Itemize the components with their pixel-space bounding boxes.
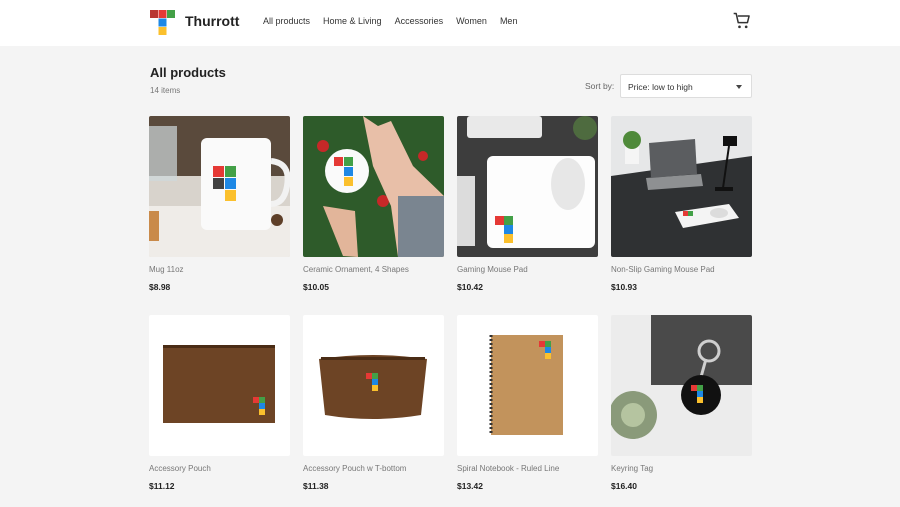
product-name[interactable]: Accessory Pouch w T-bottom: [303, 464, 406, 473]
product-name[interactable]: Accessory Pouch: [149, 464, 211, 473]
product-name[interactable]: Gaming Mouse Pad: [457, 265, 528, 274]
product-card[interactable]: Non-Slip Gaming Mouse Pad $10.93: [611, 116, 752, 292]
nav-women[interactable]: Women: [456, 16, 487, 26]
product-image-mouse-pad[interactable]: [457, 116, 598, 257]
product-name[interactable]: Non-Slip Gaming Mouse Pad: [611, 265, 715, 274]
product-card[interactable]: Keyring Tag $16.40: [611, 315, 752, 491]
product-price: $10.93: [611, 282, 637, 292]
product-price: $10.05: [303, 282, 329, 292]
nav-all-products[interactable]: All products: [263, 16, 310, 26]
nav-men[interactable]: Men: [500, 16, 518, 26]
main-nav: All products Home & Living Accessories W…: [263, 16, 517, 26]
product-image-accessory-pouch[interactable]: [149, 315, 290, 456]
product-card[interactable]: Accessory Pouch w T-bottom $11.38: [303, 315, 444, 491]
product-price: $11.38: [303, 481, 329, 491]
nav-accessories[interactable]: Accessories: [395, 16, 444, 26]
product-price: $11.12: [149, 481, 175, 491]
product-price: $10.42: [457, 282, 483, 292]
sort-dropdown[interactable]: Price: low to high: [620, 74, 752, 98]
product-card[interactable]: Accessory Pouch $11.12: [149, 315, 290, 491]
product-image-ornament[interactable]: [303, 116, 444, 257]
product-name[interactable]: Keyring Tag: [611, 464, 653, 473]
product-image-mug[interactable]: [149, 116, 290, 257]
brand-name[interactable]: Thurrott: [185, 13, 239, 29]
product-image-spiral-notebook[interactable]: [457, 315, 598, 456]
product-price: $16.40: [611, 481, 637, 491]
top-bar: Thurrott All products Home & Living Acce…: [0, 0, 900, 46]
item-count: 14 items: [150, 86, 181, 95]
sort-value: Price: low to high: [628, 82, 693, 92]
product-price: $8.98: [149, 282, 171, 292]
product-image-non-slip-mouse-pad[interactable]: [611, 116, 752, 257]
page-title: All products: [150, 65, 226, 80]
product-price: $13.42: [457, 481, 483, 491]
cart-icon[interactable]: [732, 11, 752, 31]
sort-label: Sort by:: [585, 81, 615, 91]
product-card[interactable]: Mug 11oz $8.98: [149, 116, 290, 292]
product-name[interactable]: Mug 11oz: [149, 265, 184, 274]
product-card[interactable]: Gaming Mouse Pad $10.42: [457, 116, 598, 292]
product-image-keyring-tag[interactable]: [611, 315, 752, 456]
nav-home-living[interactable]: Home & Living: [323, 16, 382, 26]
product-image-accessory-pouch-t-bottom[interactable]: [303, 315, 444, 456]
chevron-down-icon: [736, 85, 742, 89]
product-card[interactable]: Ceramic Ornament, 4 Shapes $10.05: [303, 116, 444, 292]
product-name[interactable]: Ceramic Ornament, 4 Shapes: [303, 265, 409, 274]
product-name[interactable]: Spiral Notebook - Ruled Line: [457, 464, 559, 473]
thurrott-logo-icon[interactable]: [150, 10, 175, 35]
product-card[interactable]: Spiral Notebook - Ruled Line $13.42: [457, 315, 598, 491]
